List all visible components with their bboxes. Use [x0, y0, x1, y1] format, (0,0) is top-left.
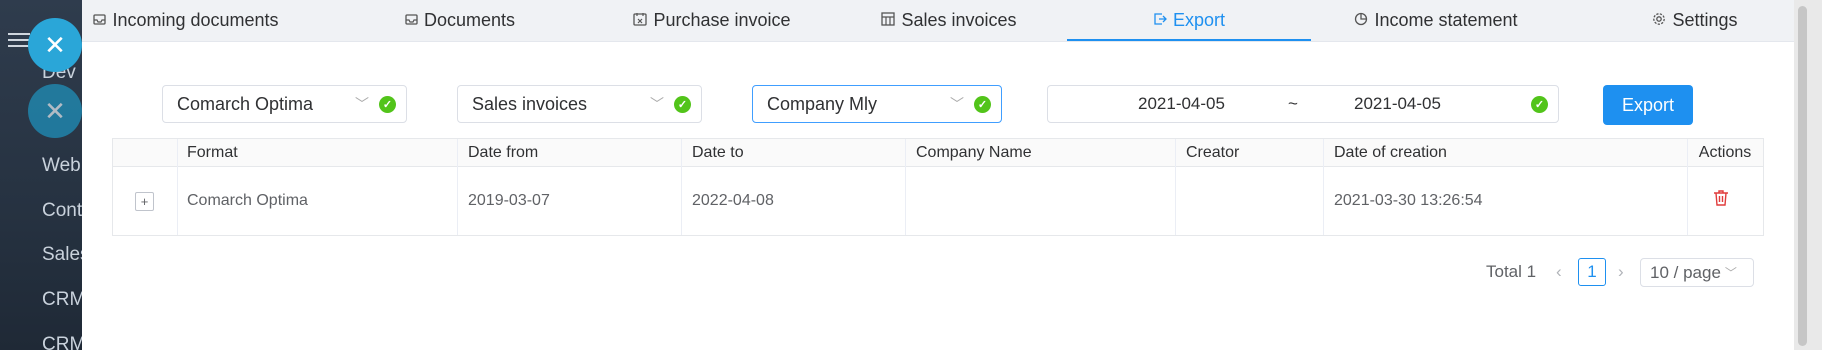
- column-header-date-to: Date to: [681, 139, 905, 167]
- chevron-right-icon: ›: [1618, 262, 1624, 281]
- tab-settings[interactable]: Settings: [1630, 0, 1760, 41]
- cell-date-to: 2022-04-08: [692, 192, 774, 209]
- page-1-button[interactable]: 1: [1578, 258, 1606, 286]
- sidebar-item[interactable]: Cont: [42, 200, 82, 222]
- tab-label: Incoming documents: [112, 10, 279, 30]
- grid-icon: [881, 12, 896, 29]
- tab-purchase-invoice[interactable]: Purchase invoice: [622, 0, 802, 41]
- scrollbar-thumb[interactable]: [1798, 6, 1807, 346]
- expand-row-button[interactable]: +: [135, 192, 154, 211]
- tab-sales-invoices[interactable]: Sales invoices: [874, 0, 1024, 41]
- tab-documents[interactable]: Documents: [400, 0, 520, 41]
- tab-label: Export: [1172, 10, 1226, 30]
- chevron-down-icon: ﹀: [950, 96, 964, 112]
- gear-icon: [1652, 12, 1666, 29]
- tab-label: Income statement: [1374, 10, 1518, 30]
- chevron-left-icon: ‹: [1556, 262, 1562, 281]
- tab-label: Purchase invoice: [653, 10, 791, 30]
- check-circle-icon: ✓: [379, 95, 396, 113]
- chevron-down-icon: ﹀: [650, 96, 664, 112]
- document-type-value: Sales invoices: [472, 93, 588, 114]
- sidebar-item[interactable]: CRM: [42, 289, 82, 311]
- cell-company-name: [905, 167, 1175, 235]
- sidebar-item[interactable]: CRM: [42, 334, 82, 350]
- tab-label: Documents: [423, 10, 516, 30]
- pie-chart-icon: [1354, 12, 1368, 29]
- date-range-picker[interactable]: 2021-04-05 ~ 2021-04-05 ✓: [1047, 85, 1559, 123]
- column-header-date-from: Date from: [457, 139, 681, 167]
- check-circle-icon: ✓: [1531, 95, 1548, 113]
- check-circle-icon: ✓: [974, 95, 991, 113]
- next-page-button[interactable]: ›: [1618, 262, 1624, 282]
- chevron-down-icon: ﹀: [1724, 266, 1737, 280]
- close-button[interactable]: ✕: [28, 18, 82, 72]
- page-size-value: 10 / page: [1650, 262, 1721, 282]
- tab-label: Sales invoices: [901, 10, 1017, 30]
- calendar-x-icon: [633, 12, 648, 29]
- cell-creator: [1175, 167, 1323, 235]
- tab-income-statement[interactable]: Income statement: [1346, 0, 1526, 41]
- column-divider: [1687, 139, 1688, 235]
- tab-bar: Incoming documents Documents Purchase in…: [82, 0, 1794, 42]
- chevron-down-icon: ﹀: [355, 96, 369, 112]
- close-icon: ✕: [44, 95, 66, 126]
- cell-date-from: 2019-03-07: [468, 192, 550, 209]
- delete-icon[interactable]: [1713, 189, 1729, 212]
- active-tab-indicator: [1067, 39, 1311, 41]
- close-button-secondary[interactable]: ✕: [28, 84, 82, 138]
- tab-export[interactable]: Export: [1067, 0, 1311, 41]
- check-circle-icon: ✓: [674, 95, 691, 113]
- format-select[interactable]: Comarch Optima ﹀ ✓: [162, 85, 407, 123]
- format-select-value: Comarch Optima: [177, 93, 314, 114]
- sidebar-item[interactable]: Web: [42, 155, 81, 177]
- date-from-input[interactable]: 2021-04-05: [1138, 94, 1225, 114]
- pagination-total: Total 1: [1486, 262, 1537, 281]
- exports-table: Format Date from Date to Company Name Cr…: [112, 138, 1764, 236]
- table-header-expand: [113, 139, 177, 167]
- column-header-creator: Creator: [1175, 139, 1323, 167]
- sidebar-item[interactable]: Sales: [42, 244, 82, 266]
- company-select[interactable]: Company Mly ﹀ ✓: [752, 85, 1002, 123]
- tab-incoming-documents[interactable]: Incoming documents: [93, 0, 279, 41]
- column-header-date-of-creation: Date of creation: [1323, 139, 1687, 167]
- export-icon: [1153, 12, 1167, 29]
- date-to-input[interactable]: 2021-04-05: [1354, 94, 1441, 114]
- column-header-format: Format: [177, 139, 457, 167]
- date-range-separator: ~: [1288, 94, 1298, 113]
- column-header-company-name: Company Name: [905, 139, 1175, 167]
- document-type-select[interactable]: Sales invoices ﹀ ✓: [457, 85, 702, 123]
- inbox-icon: [405, 13, 418, 29]
- close-icon: ✕: [44, 29, 66, 60]
- export-button[interactable]: Export: [1603, 85, 1693, 125]
- page-size-select[interactable]: 10 / page ﹀: [1640, 258, 1754, 287]
- cell-date-of-creation: 2021-03-30 13:26:54: [1334, 192, 1483, 209]
- column-header-actions: Actions: [1687, 139, 1763, 167]
- menu-icon[interactable]: [8, 29, 30, 51]
- prev-page-button[interactable]: ‹: [1556, 262, 1562, 282]
- cell-format: Comarch Optima: [187, 192, 308, 209]
- tab-label: Settings: [1672, 10, 1738, 30]
- inbox-icon: [93, 13, 107, 29]
- company-select-value: Company Mly: [767, 93, 878, 114]
